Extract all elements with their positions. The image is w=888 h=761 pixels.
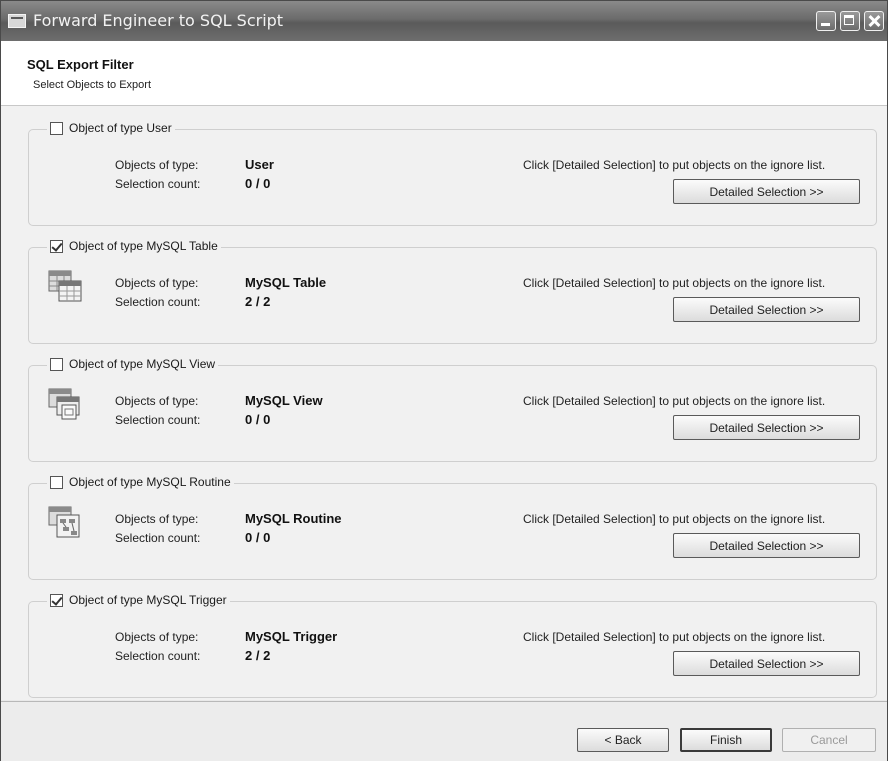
detailed-selection-button[interactable]: Detailed Selection >>	[673, 415, 860, 440]
mysql-view-checkbox[interactable]	[50, 357, 63, 371]
cancel-button: Cancel	[782, 728, 876, 752]
selection-count-value: 0 / 0	[245, 412, 271, 427]
filter-content: Object of type User Objects of type: Use…	[1, 106, 887, 700]
group-mysql-view: Object of type MySQL View Objects of typ…	[28, 357, 877, 462]
objects-of-type-value: MySQL Routine	[245, 511, 342, 526]
objects-of-type-label: Objects of type:	[115, 394, 199, 408]
group-mysql-routine: Object of type MySQL Routine Objects of …	[28, 475, 877, 580]
group-legend[interactable]: Object of type MySQL Table	[47, 239, 221, 253]
selection-count-value: 0 / 0	[245, 530, 271, 545]
selection-count-label: Selection count:	[115, 413, 201, 427]
group-legend[interactable]: Object of type MySQL Routine	[47, 475, 234, 489]
finish-button[interactable]: Finish	[680, 728, 772, 752]
app-window-icon	[8, 14, 26, 28]
wizard-window: Forward Engineer to SQL Script SQL Expor…	[0, 0, 888, 761]
user-checkbox[interactable]	[50, 121, 63, 135]
objects-of-type-value: MySQL Table	[245, 275, 327, 290]
window-title: Forward Engineer to SQL Script	[33, 11, 284, 30]
group-legend-label: Object of type MySQL Routine	[69, 475, 231, 489]
group-legend[interactable]: Object of type MySQL Trigger	[47, 593, 230, 607]
view-icon	[48, 388, 80, 420]
detailed-selection-hint: Click [Detailed Selection] to put object…	[523, 276, 826, 290]
page-header: SQL Export Filter Select Objects to Expo…	[1, 41, 887, 106]
selection-count-value: 2 / 2	[245, 294, 271, 309]
objects-of-type-label: Objects of type:	[115, 512, 199, 526]
detailed-selection-button[interactable]: Detailed Selection >>	[673, 179, 860, 204]
selection-count-value: 0 / 0	[245, 176, 271, 191]
group-legend-label: Object of type MySQL View	[69, 357, 216, 371]
mysql-trigger-checkbox[interactable]	[50, 593, 63, 607]
detailed-selection-button[interactable]: Detailed Selection >>	[673, 651, 860, 676]
page-subtitle: Select Objects to Export	[33, 79, 151, 91]
group-legend-label: Object of type MySQL Trigger	[69, 593, 227, 607]
wizard-footer: < Back Finish Cancel	[1, 701, 887, 761]
detailed-selection-hint: Click [Detailed Selection] to put object…	[523, 394, 826, 408]
group-mysql-trigger: Object of type MySQL Trigger Objects of …	[28, 593, 877, 698]
selection-count-label: Selection count:	[115, 295, 201, 309]
objects-of-type-value: MySQL Trigger	[245, 629, 338, 644]
group-legend[interactable]: Object of type User	[47, 121, 175, 135]
detailed-selection-button[interactable]: Detailed Selection >>	[673, 297, 860, 322]
detailed-selection-hint: Click [Detailed Selection] to put object…	[523, 158, 826, 172]
detailed-selection-hint: Click [Detailed Selection] to put object…	[523, 512, 826, 526]
routine-icon	[48, 506, 80, 538]
group-legend-label: Object of type MySQL Table	[69, 239, 218, 253]
title-bar[interactable]: Forward Engineer to SQL Script	[1, 1, 887, 41]
page-title: SQL Export Filter	[27, 57, 134, 72]
objects-of-type-value: User	[245, 157, 274, 172]
maximize-button[interactable]	[840, 11, 860, 31]
table-icon	[48, 270, 82, 302]
mysql-routine-checkbox[interactable]	[50, 475, 63, 489]
minimize-button[interactable]	[816, 11, 836, 31]
detailed-selection-button[interactable]: Detailed Selection >>	[673, 533, 860, 558]
group-legend-label: Object of type User	[69, 121, 172, 135]
selection-count-value: 2 / 2	[245, 648, 271, 663]
detailed-selection-hint: Click [Detailed Selection] to put object…	[523, 630, 826, 644]
close-button[interactable]	[864, 11, 884, 31]
selection-count-label: Selection count:	[115, 531, 201, 545]
objects-of-type-value: MySQL View	[245, 393, 323, 408]
selection-count-label: Selection count:	[115, 649, 201, 663]
group-legend[interactable]: Object of type MySQL View	[47, 357, 219, 371]
back-button[interactable]: < Back	[577, 728, 669, 752]
objects-of-type-label: Objects of type:	[115, 276, 199, 290]
group-user: Object of type User Objects of type: Use…	[28, 121, 877, 226]
objects-of-type-label: Objects of type:	[115, 630, 199, 644]
mysql-table-checkbox[interactable]	[50, 239, 63, 253]
objects-of-type-label: Objects of type:	[115, 158, 199, 172]
group-mysql-table: Object of type MySQL Table Objects of ty…	[28, 239, 877, 344]
selection-count-label: Selection count:	[115, 177, 201, 191]
